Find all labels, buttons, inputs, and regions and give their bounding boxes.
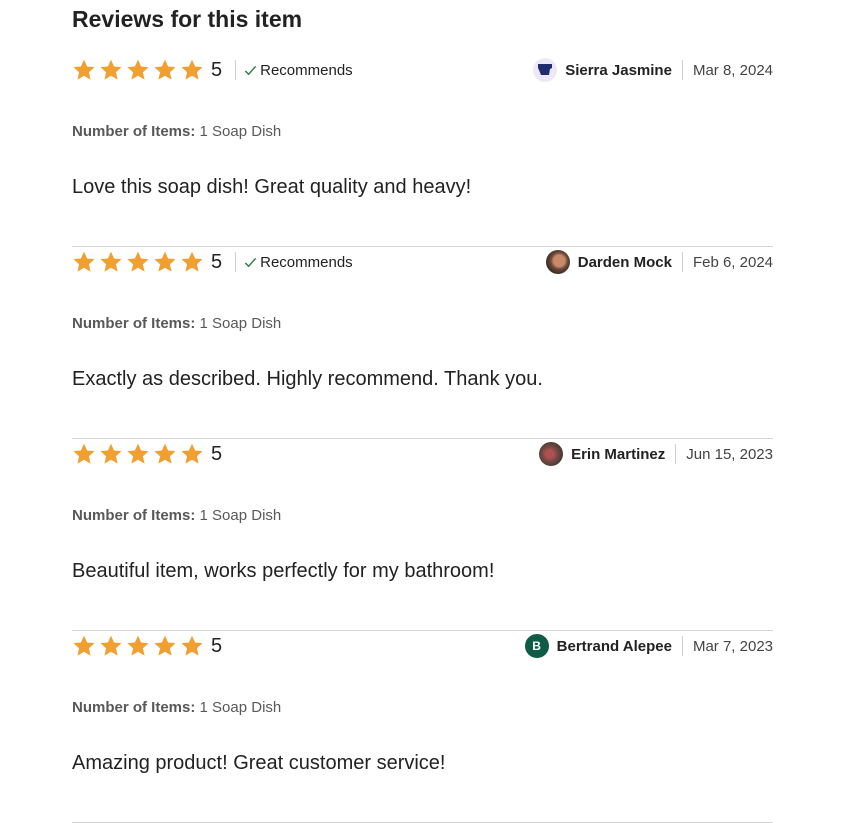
rating-row: 5 Recommends (72, 55, 353, 85)
variation-label: Number of Items: (72, 123, 196, 140)
review-item: 5 Erin Martinez Jun 15, 2023 Number of I… (72, 439, 773, 631)
rating-value: 5 (211, 58, 223, 81)
star-icon (100, 635, 122, 656)
author-name[interactable]: Darden Mock (578, 254, 672, 271)
rating-row: 5 Recommends (72, 247, 353, 277)
star-icon (100, 443, 122, 464)
author-divider (675, 444, 677, 464)
author-divider (681, 60, 683, 80)
rating-row: 5 (72, 631, 222, 661)
star-icon (73, 443, 95, 464)
rating-row: 5 (72, 439, 222, 469)
review-author: Erin Martinez Jun 15, 2023 (539, 439, 773, 469)
variation-info: Number of Items: 1 Soap Dish (72, 123, 281, 140)
star-rating (72, 58, 204, 82)
variation-info: Number of Items: 1 Soap Dish (72, 315, 281, 332)
variation-value: 1 Soap Dish (199, 123, 282, 140)
review-text: Love this soap dish! Great quality and h… (72, 176, 472, 198)
state-shape-icon (538, 64, 553, 75)
review-text: Exactly as described. Highly recommend. … (72, 368, 543, 390)
star-icon (100, 251, 122, 272)
star-icon (181, 251, 203, 272)
review-date: Mar 8, 2024 (692, 61, 773, 79)
photo-avatar[interactable] (539, 442, 564, 466)
star-icon (73, 251, 95, 272)
review-item: 5 Recommends Sierra Jasmine Mar 8, 2024 … (72, 55, 773, 247)
review-author: Darden Mock Feb 6, 2024 (545, 247, 773, 277)
variation-value: 1 Soap Dish (199, 699, 282, 716)
author-name[interactable]: Erin Martinez (571, 446, 665, 463)
star-icon (73, 635, 95, 656)
star-icon (100, 59, 122, 80)
state-shape-avatar[interactable] (533, 58, 558, 82)
variation-info: Number of Items: 1 Soap Dish (72, 507, 281, 524)
author-name[interactable]: Sierra Jasmine (565, 62, 672, 79)
author-divider (681, 252, 683, 272)
star-rating (72, 250, 204, 274)
rating-value: 5 (211, 634, 223, 657)
review-item: 5 Recommends Darden Mock Feb 6, 2024 Num… (72, 247, 773, 439)
variation-info: Number of Items: 1 Soap Dish (72, 699, 281, 716)
rating-value: 5 (211, 442, 223, 465)
rating-divider (235, 252, 237, 272)
variation-value: 1 Soap Dish (199, 507, 282, 524)
star-icon (127, 251, 149, 272)
reviews-heading: Reviews for this item (72, 6, 303, 32)
initial-avatar[interactable]: B (524, 634, 549, 658)
variation-label: Number of Items: (72, 315, 196, 332)
recommends-label: Recommends (260, 253, 353, 271)
review-author: Sierra Jasmine Mar 8, 2024 (533, 55, 773, 85)
review-date: Jun 15, 2023 (686, 445, 773, 463)
author-divider (681, 636, 683, 656)
star-icon (127, 443, 149, 464)
star-icon (154, 635, 176, 656)
star-icon (127, 635, 149, 656)
variation-label: Number of Items: (72, 699, 196, 716)
star-icon (154, 251, 176, 272)
star-icon (181, 59, 203, 80)
recommends-badge: Recommends (244, 62, 353, 79)
photo-avatar[interactable] (545, 250, 570, 274)
rating-divider (235, 60, 237, 80)
review-text: Amazing product! Great customer service! (72, 752, 446, 774)
star-icon (127, 59, 149, 80)
star-icon (154, 59, 176, 80)
star-rating (72, 634, 204, 658)
recommends-label: Recommends (260, 61, 353, 79)
review-date: Mar 7, 2023 (692, 637, 773, 655)
star-icon (73, 59, 95, 80)
variation-value: 1 Soap Dish (199, 315, 282, 332)
check-icon (245, 65, 257, 75)
star-icon (181, 443, 203, 464)
review-date: Feb 6, 2024 (692, 253, 773, 271)
star-icon (154, 443, 176, 464)
star-icon (181, 635, 203, 656)
review-item: 5 B Bertrand Alepee Mar 7, 2023 Number o… (72, 631, 773, 823)
reviews-section: Reviews for this item 5 Recommends Sierr… (0, 0, 844, 823)
variation-label: Number of Items: (72, 507, 196, 524)
check-icon (245, 257, 257, 267)
review-author: B Bertrand Alepee Mar 7, 2023 (524, 631, 773, 661)
recommends-badge: Recommends (244, 254, 353, 271)
review-text: Beautiful item, works perfectly for my b… (72, 560, 495, 582)
author-name[interactable]: Bertrand Alepee (557, 638, 672, 655)
star-rating (72, 442, 204, 466)
rating-value: 5 (211, 250, 223, 273)
